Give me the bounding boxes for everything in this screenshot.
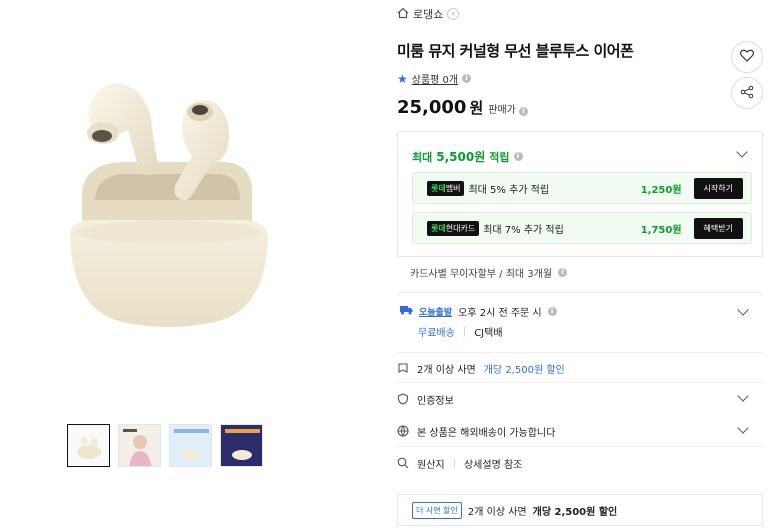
price-block: 25,000 원 판매가 i (397, 97, 528, 118)
price-label: 판매가 (488, 105, 516, 116)
rewards-amount: 5,500원 (436, 150, 486, 164)
star-icon: ★ (397, 71, 408, 86)
certification-row[interactable]: 인증정보 (397, 387, 763, 411)
divider (397, 352, 763, 353)
discount-tag-icon (397, 362, 409, 374)
chevron-down-icon[interactable] (737, 304, 749, 316)
price-unit: 원 (469, 99, 484, 117)
separator: | (462, 326, 467, 337)
discount-text: 2개 이상 사면 (417, 364, 476, 376)
breadcrumb[interactable]: 로댕쇼 › (397, 6, 460, 22)
separator: | (452, 457, 456, 469)
overseas-text: 본 상품은 해외배송이 가능합니다 (417, 427, 556, 439)
share-button[interactable] (731, 77, 763, 109)
divider (397, 446, 763, 447)
rewards-prefix: 최대 (412, 150, 433, 164)
info-icon[interactable]: i (513, 152, 523, 161)
globe-icon (397, 425, 409, 437)
lpoint-badge: 롯데멤버 (427, 180, 465, 196)
home-icon (397, 7, 409, 22)
thumbnail-strip (67, 424, 263, 467)
multi-buy-discount-row: 2개 이상 사면 개당 2,500원 할인 (397, 356, 763, 380)
ship-time-text: 오후 2시 전 주문 시 (458, 308, 542, 319)
thumbnail-2[interactable] (118, 424, 161, 467)
get-benefit-button[interactable]: 혜택받기 (693, 217, 743, 239)
reward-text: 최대 5% 추가 적립 (468, 184, 550, 196)
product-title: 미룸 뮤지 커널형 무선 블루투스 이어폰 (397, 42, 634, 60)
overseas-shipping-row[interactable]: 본 상품은 해외배송이 가능합니다 (397, 419, 763, 443)
info-icon[interactable]: i (558, 268, 568, 277)
rewards-box: 최대 5,500원 적립 i 롯데멤버 최대 5% 추가 적립 1,250원 시… (397, 131, 763, 257)
origin-search-icon (397, 457, 409, 469)
divider (397, 382, 763, 383)
rating-summary: ★ 상품평 0개 i (397, 71, 472, 86)
rewards-suffix: 적립 (489, 150, 510, 164)
truck-icon (399, 304, 413, 319)
card-installment-text: 카드사별 무이자할부 / 최대 3개월 (410, 269, 553, 280)
info-icon[interactable]: i (547, 307, 557, 316)
certificate-icon (397, 393, 409, 405)
thumbnail-1[interactable] (67, 424, 110, 467)
divider (397, 292, 763, 293)
carrier-name: CJ택배 (474, 328, 503, 339)
shipping-info[interactable]: 오늘출발 오후 2시 전 주문 시 i (399, 304, 557, 319)
heart-icon (739, 49, 755, 65)
share-icon (740, 85, 754, 102)
origin-value: 상세설명 참조 (463, 459, 523, 471)
today-ship-badge: 오늘출발 (419, 308, 453, 318)
product-main-image (40, 60, 340, 370)
reward-row: 롯데현대카드 최대 7% 추가 적립 1,750원 혜택받기 (412, 212, 752, 244)
thumbnail-3[interactable] (169, 424, 212, 467)
thumbnail-4[interactable] (220, 424, 263, 467)
discount-highlight: 개당 2,500원 할인 (483, 364, 565, 376)
rewards-summary[interactable]: 최대 5,500원 적립 i (412, 148, 523, 165)
promo-text: 2개 이상 사면 (467, 506, 527, 518)
review-count-link[interactable]: 상품평 0개 (412, 71, 458, 86)
info-icon[interactable]: i (518, 107, 528, 116)
promo-tag: 더 사면 할인 (412, 501, 462, 519)
reward-text: 최대 7% 추가 적립 (483, 224, 564, 236)
certification-label: 인증정보 (417, 395, 454, 407)
origin-label: 원산지 (417, 459, 445, 471)
start-button[interactable]: 시작하기 (693, 177, 743, 199)
store-name[interactable]: 로댕쇼 (413, 6, 443, 22)
reward-amount: 1,250원 (640, 184, 682, 196)
hyundai-card-badge: 롯데현대카드 (427, 220, 480, 236)
wishlist-button[interactable] (731, 41, 763, 73)
card-installment: 카드사별 무이자할부 / 최대 3개월 i (410, 265, 568, 280)
info-icon[interactable]: i (462, 74, 472, 83)
promo-highlight: 개당 2,500원 할인 (532, 506, 618, 518)
chevron-right-icon: › (447, 8, 460, 20)
origin-row: 원산지 | 상세설명 참조 (397, 451, 763, 475)
price-amount: 25,000 (397, 97, 467, 118)
free-shipping: 무료배송 (418, 328, 455, 339)
reward-row: 롯데멤버 최대 5% 추가 적립 1,250원 시작하기 (412, 172, 752, 204)
multi-buy-promo-banner[interactable]: 더 사면 할인 2개 이상 사면 개당 2,500원 할인 (397, 494, 763, 526)
chevron-down-icon[interactable] (736, 146, 748, 158)
shipping-details: 무료배송 | CJ택배 (418, 324, 503, 339)
reward-amount: 1,750원 (640, 224, 682, 236)
